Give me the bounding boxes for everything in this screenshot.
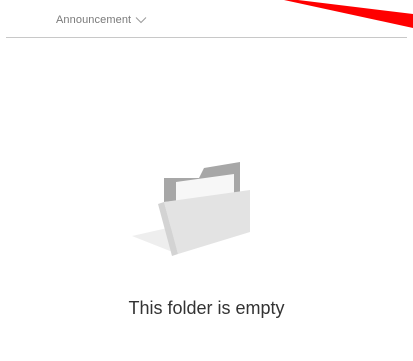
column-header-label: Announcement [56,14,132,26]
empty-folder-message: This folder is empty [128,298,285,318]
document-library-page: Announcement This folder is empty [0,0,413,361]
empty-state: This folder is empty [0,150,413,330]
chevron-down-icon[interactable] [135,16,147,24]
column-header-announcement[interactable]: Announcement [56,11,147,29]
header-divider [6,37,407,38]
empty-folder-icon [132,162,250,256]
